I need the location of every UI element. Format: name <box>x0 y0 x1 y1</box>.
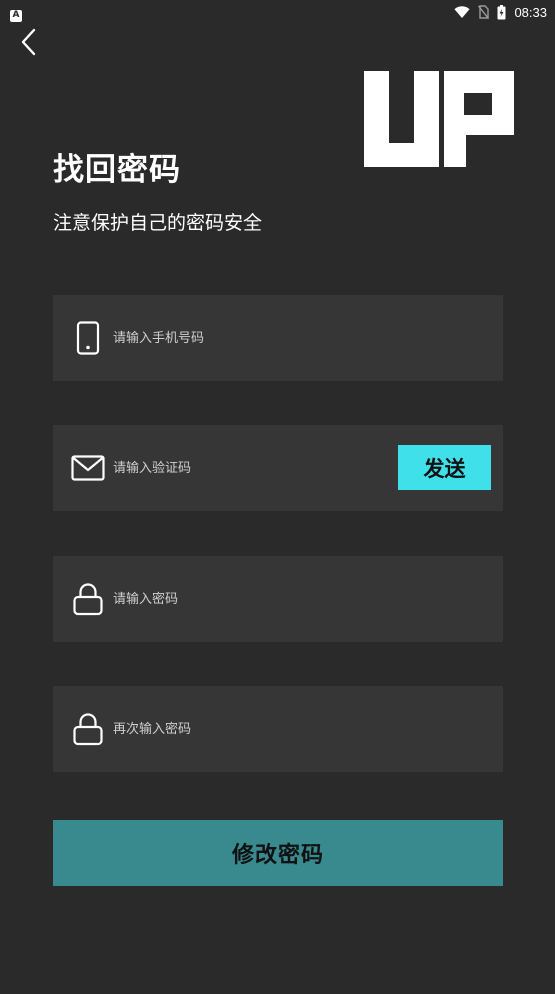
battery-icon <box>497 4 506 20</box>
change-password-button[interactable]: 修改密码 <box>53 820 503 886</box>
app-notification-icon: A <box>10 9 22 22</box>
page-subtitle: 注意保护自己的密码安全 <box>53 212 263 234</box>
page-title: 找回密码 <box>53 152 181 188</box>
chevron-left-icon <box>21 28 36 56</box>
password-input[interactable] <box>113 556 443 642</box>
confirm-password-input[interactable] <box>113 686 443 772</box>
verification-code-input[interactable] <box>113 425 383 511</box>
status-time: 08:33 <box>514 4 547 20</box>
verification-code-field[interactable]: 发送 <box>53 425 503 511</box>
phone-field[interactable] <box>53 295 503 381</box>
no-sim-icon <box>478 5 490 19</box>
lock-icon <box>71 582 105 616</box>
lock-icon <box>71 712 105 746</box>
phone-input[interactable] <box>113 295 443 381</box>
status-left: A <box>10 2 22 22</box>
back-button[interactable] <box>12 26 44 58</box>
mail-icon <box>71 451 105 485</box>
send-code-button[interactable]: 发送 <box>398 445 491 490</box>
phone-icon <box>71 321 105 355</box>
confirm-password-field[interactable] <box>53 686 503 772</box>
up-logo <box>364 71 514 167</box>
password-field[interactable] <box>53 556 503 642</box>
status-bar: A 08:33 <box>0 0 555 24</box>
wifi-icon <box>454 5 470 19</box>
status-right: 08:33 <box>454 4 547 20</box>
